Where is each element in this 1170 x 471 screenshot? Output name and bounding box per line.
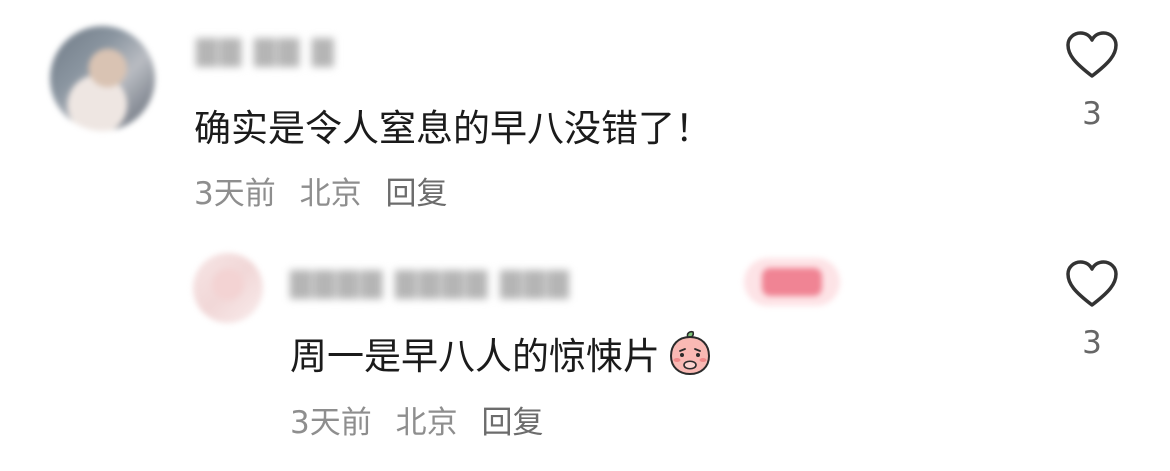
user-badge <box>744 258 840 306</box>
like-count: 3 <box>1082 325 1102 361</box>
reply-text: 周一是早八人的惊悚片 <box>290 326 714 380</box>
comment-meta: 3天前 北京 回复 <box>194 168 461 213</box>
reply-meta: 3天前 北京 回复 <box>290 397 557 442</box>
comment-item: ▇▇ ▇▇ ▇ 确实是令人窒息的早八没错了！ 3天前 北京 回复 3 <box>0 0 1170 230</box>
heart-icon <box>1066 31 1118 78</box>
like-button[interactable]: 3 <box>1062 30 1122 132</box>
comment-username[interactable]: ▇▇ ▇▇ ▇ <box>196 34 335 67</box>
like-count: 3 <box>1082 96 1102 132</box>
like-button[interactable]: 3 <box>1062 259 1122 361</box>
avatar[interactable] <box>193 253 263 323</box>
reply-location: 北京 <box>395 405 458 441</box>
reply-text-content: 周一是早八人的惊悚片 <box>290 335 660 378</box>
reply-button[interactable]: 回复 <box>385 176 447 212</box>
reply-button[interactable]: 回复 <box>481 405 543 441</box>
reply-time: 3天前 <box>290 405 372 441</box>
avatar[interactable] <box>50 26 155 131</box>
heart-icon <box>1066 260 1118 307</box>
peach-emoji-icon <box>669 330 711 376</box>
reply-username[interactable]: ▇▇▇▇ ▇▇▇▇ ▇▇▇ <box>290 266 571 299</box>
comment-location: 北京 <box>299 176 362 212</box>
comment-time: 3天前 <box>194 176 276 212</box>
comment-text: 确实是令人窒息的早八没错了！ <box>194 107 712 150</box>
